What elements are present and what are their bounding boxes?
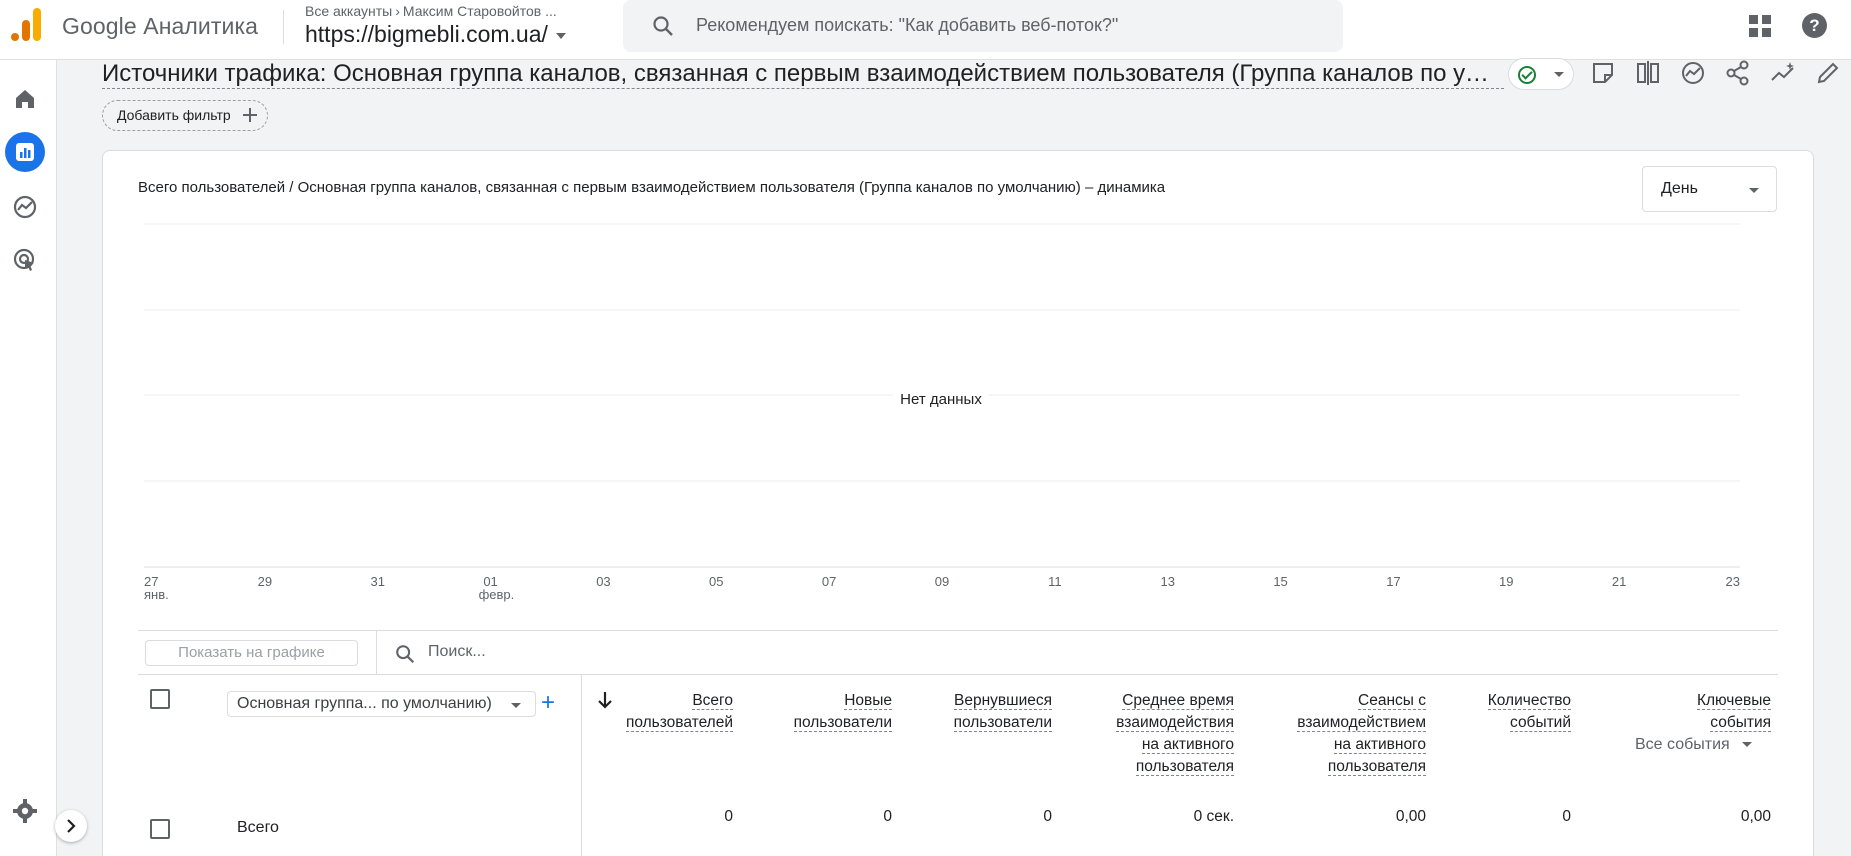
add-dimension-button[interactable]: + (541, 690, 555, 716)
total-value: 0,00 (1740, 808, 1771, 825)
column-header[interactable]: Сеансы с взаимодействием на активного польз… (1297, 690, 1426, 778)
column-header-text: Вернувшиеся (954, 692, 1052, 710)
dimension-selector[interactable]: Основная группа... по умолчанию) (227, 691, 536, 717)
chevron-down-icon (1749, 188, 1759, 193)
advertising-icon[interactable] (10, 245, 40, 275)
column-header-text: взаимодействия (1116, 714, 1234, 732)
search-placeholder: Рекомендуем поискать: "Как добавить веб-… (696, 15, 1119, 35)
compare-icon[interactable] (1635, 60, 1661, 86)
divider (138, 630, 1778, 631)
left-nav (0, 60, 57, 856)
total-value: 0 (724, 808, 733, 825)
column-header-text: пользователи (953, 714, 1052, 732)
chevron-down-icon (1554, 72, 1564, 77)
add-filter-label: Добавить фильтр (117, 107, 231, 123)
help-icon[interactable]: ? (1802, 13, 1827, 38)
plus-icon (242, 108, 257, 122)
total-row-label: Всего (237, 819, 279, 836)
divider (376, 631, 377, 674)
apps-grid-icon[interactable] (1748, 14, 1772, 38)
column-header-text: Количество (1487, 692, 1571, 710)
column-header-text: Ключевые (1696, 692, 1771, 710)
column-header-text: события (1710, 714, 1771, 732)
search-bar[interactable]: Рекомендуем поискать: "Как добавить веб-… (623, 0, 1343, 52)
column-header-text: взаимодействием (1297, 714, 1426, 732)
table-search-input[interactable]: Поиск... (428, 643, 486, 661)
column-header[interactable]: Вернувшиеся пользователи (953, 690, 1052, 778)
search-icon (653, 16, 673, 36)
row-checkbox[interactable] (150, 819, 170, 839)
select-all-checkbox[interactable] (150, 689, 170, 709)
show-on-chart-button[interactable]: Показать на графике (145, 640, 358, 666)
total-value: 0 (883, 808, 892, 825)
total-value: 0,00 (1395, 808, 1426, 825)
account-breadcrumb[interactable]: Все аккаунты › Максим Старовойтов ... (305, 3, 557, 19)
divider (138, 674, 1778, 675)
column-header-text: на активного (1333, 736, 1426, 754)
share-icon[interactable] (1725, 60, 1751, 86)
property-name: https://bigmebli.com.ua/ (305, 21, 548, 47)
note-icon[interactable] (1590, 60, 1616, 86)
settings-gear-icon[interactable] (10, 796, 40, 826)
chevron-down-icon (555, 32, 566, 39)
sort-descending-icon[interactable] (597, 691, 613, 709)
expand-nav-button[interactable] (55, 810, 87, 842)
page-title[interactable]: Источники трафика: Основная группа канал… (102, 60, 1504, 89)
analytics-logo-icon[interactable] (10, 8, 42, 42)
column-header-text: пользователя (1135, 758, 1234, 776)
home-icon[interactable] (10, 84, 40, 114)
add-filter-button[interactable]: Добавить фильтр (102, 100, 268, 131)
column-header[interactable]: Количество событий (1487, 690, 1571, 778)
column-header-text: пользователя (1327, 758, 1426, 776)
column-header-text: на активного (1141, 736, 1234, 754)
chevron-right-icon (67, 819, 76, 833)
column-header-text: событий (1510, 714, 1571, 732)
chart-title: Всего пользователей / Основная группа ка… (138, 179, 1166, 196)
period-label: День (1661, 180, 1698, 197)
brand-name[interactable]: Google Аналитика (62, 13, 258, 40)
check-circle-icon (1518, 66, 1536, 84)
edit-pencil-icon[interactable] (1815, 60, 1841, 86)
column-header[interactable]: Новые пользователи (793, 690, 892, 778)
period-dropdown[interactable]: День (1642, 166, 1777, 212)
dimension-label: Основная группа... по умолчанию) (237, 695, 492, 712)
report-status-dropdown[interactable] (1508, 58, 1574, 90)
breadcrumb-account[interactable]: Максим Старовойтов ... (403, 3, 557, 19)
total-value: 0 (1562, 808, 1571, 825)
search-icon (396, 645, 415, 664)
top-bar: Google Аналитика Все аккаунты › Максим Ста… (0, 0, 1851, 60)
divider (581, 675, 582, 856)
divider (283, 10, 284, 44)
event-selector[interactable]: Все события (1635, 736, 1752, 754)
column-header[interactable]: Всего пользователей (625, 690, 733, 778)
column-header-text: Сеансы с (1358, 692, 1426, 710)
column-header-text: пользователи (793, 714, 892, 732)
total-value: 0 сек. (1193, 808, 1234, 825)
property-selector[interactable]: https://bigmebli.com.ua/ (305, 21, 566, 48)
trend-sparkle-icon[interactable] (1770, 60, 1796, 86)
column-header[interactable]: Ключевые события (1696, 690, 1771, 778)
reports-icon[interactable] (5, 132, 45, 172)
explore-icon[interactable] (10, 192, 40, 222)
column-header-text: Новые (844, 692, 892, 710)
column-header-text: пользователей (625, 714, 733, 732)
column-header-text: Всего (692, 692, 733, 710)
column-header-text: Среднее время (1122, 692, 1234, 710)
total-value: 0 (1043, 808, 1052, 825)
insights-icon[interactable] (1680, 60, 1706, 86)
chevron-right-icon: › (395, 3, 400, 19)
breadcrumb-all-accounts[interactable]: Все аккаунты (305, 3, 392, 19)
event-selector-label: Все события (1635, 736, 1730, 753)
column-header[interactable]: Среднее время взаимодействия на активного п… (1116, 690, 1234, 778)
chevron-down-icon (1741, 742, 1752, 748)
chevron-down-icon (511, 703, 521, 708)
